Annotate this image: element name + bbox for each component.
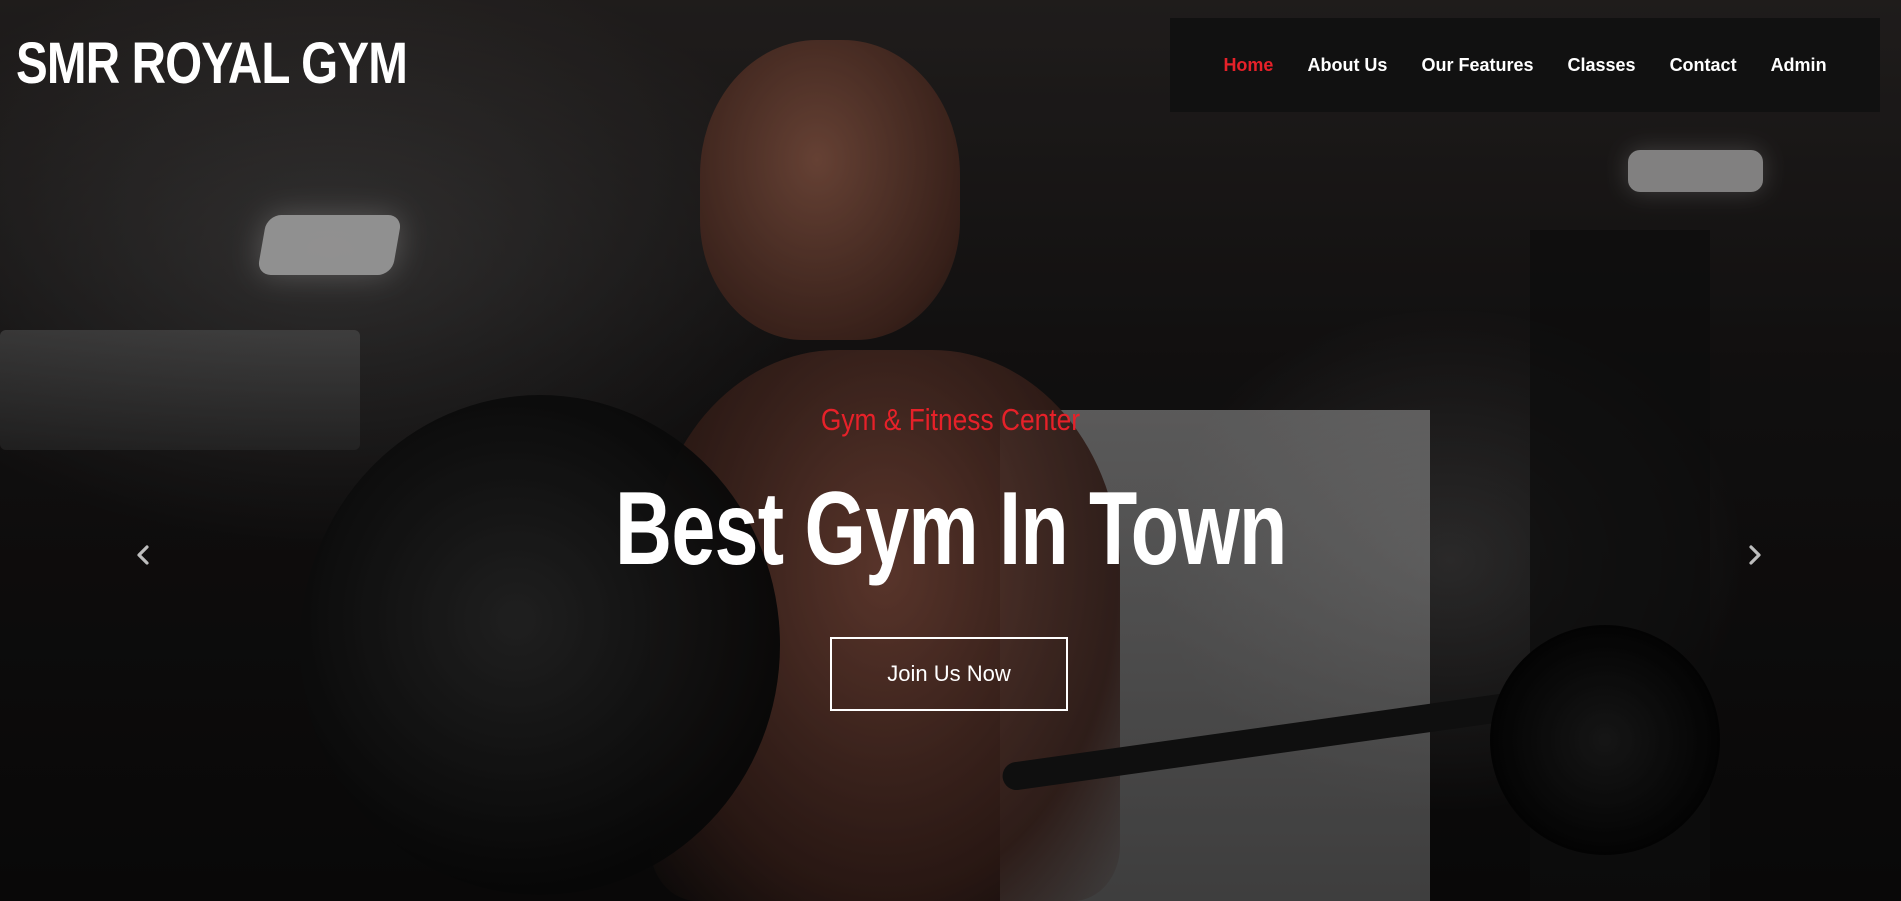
main-nav: Home About Us Our Features Classes Conta… [1170, 18, 1880, 112]
nav-item-about-us[interactable]: About Us [1307, 55, 1387, 76]
join-us-now-button[interactable]: Join Us Now [830, 637, 1068, 711]
hero-headline-text: Best Gym In Town [614, 471, 1287, 587]
hero-subtitle: Gym & Fitness Center [0, 402, 1901, 438]
hero-overlay [0, 0, 1901, 901]
nav-item-contact[interactable]: Contact [1670, 55, 1737, 76]
nav-item-home[interactable]: Home [1223, 55, 1273, 76]
site-logo[interactable]: SMR ROYAL GYM [16, 30, 408, 97]
carousel-next-button[interactable] [1740, 540, 1770, 570]
chevron-right-icon [1749, 545, 1761, 565]
hero-subtitle-text: Gym & Fitness Center [820, 402, 1081, 437]
chevron-left-icon [137, 545, 149, 565]
hero-carousel [0, 0, 1901, 901]
nav-item-classes[interactable]: Classes [1568, 55, 1636, 76]
carousel-prev-button[interactable] [128, 540, 158, 570]
hero-headline: Best Gym In Town [0, 470, 1901, 588]
nav-item-our-features[interactable]: Our Features [1421, 55, 1533, 76]
nav-item-admin[interactable]: Admin [1771, 55, 1827, 76]
